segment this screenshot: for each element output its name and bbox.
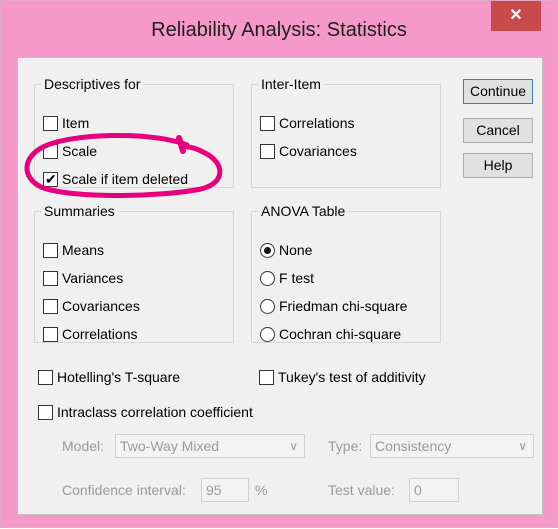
radio-button[interactable]: [260, 298, 275, 314]
correlations-label: Correlations: [279, 115, 355, 131]
type-value: Consistency: [375, 438, 452, 454]
radio-button[interactable]: [260, 242, 275, 258]
summaries-legend: Summaries: [44, 203, 115, 219]
anova-friedman-label: Friedman chi-square: [279, 298, 408, 314]
percent-unit-label: %: [255, 482, 268, 498]
covariances-checkbox[interactable]: Covariances: [260, 140, 357, 162]
hotelling-checkbox[interactable]: Hotelling's T-square: [38, 366, 180, 388]
test-value-label: Test value:: [328, 482, 395, 498]
model-value: Two-Way Mixed: [120, 438, 220, 454]
radio-button[interactable]: [260, 270, 275, 286]
anova-cochran-label: Cochran chi-square: [279, 326, 402, 342]
checkbox-box[interactable]: [43, 326, 58, 342]
inter-item-legend: Inter-Item: [261, 76, 321, 92]
help-button[interactable]: Help: [463, 153, 533, 178]
anova-legend: ANOVA Table: [261, 203, 346, 219]
checkbox-box[interactable]: [43, 115, 58, 131]
item-checkbox[interactable]: Item: [43, 112, 89, 134]
chevron-down-icon: ∨: [518, 439, 527, 453]
scale-checkbox[interactable]: Scale: [43, 140, 97, 162]
checkbox-box[interactable]: [38, 404, 53, 420]
cancel-button[interactable]: Cancel: [463, 118, 533, 143]
hotelling-label: Hotelling's T-square: [57, 369, 181, 385]
intraclass-label: Intraclass correlation coefficient: [57, 404, 253, 420]
test-value-value: 0: [414, 482, 422, 498]
confidence-interval-label: Confidence interval:: [62, 482, 186, 498]
correlations-checkbox[interactable]: Correlations: [260, 112, 354, 134]
scale-if-item-deleted-checkbox[interactable]: Scale if item deleted: [43, 168, 188, 190]
type-select[interactable]: Consistency ∨: [370, 434, 534, 458]
checkbox-box[interactable]: [43, 242, 58, 258]
dialog-window: Reliability Analysis: Statistics ✕ Descr…: [0, 0, 558, 528]
anova-cochran-radio[interactable]: Cochran chi-square: [260, 323, 401, 345]
close-button[interactable]: ✕: [491, 1, 541, 31]
inter-item-group: Inter-Item Correlations Covariances: [251, 76, 441, 188]
dialog-body: Descriptives for Item Scale Scale if ite…: [17, 57, 543, 515]
descriptives-legend: Descriptives for: [44, 76, 141, 92]
chevron-down-icon: ∨: [289, 439, 298, 453]
descriptives-group: Descriptives for Item Scale Scale if ite…: [34, 76, 234, 188]
continue-button[interactable]: Continue: [463, 79, 533, 104]
covariances-label: Covariances: [279, 143, 357, 159]
item-label: Item: [62, 115, 90, 131]
confidence-interval-value: 95: [206, 482, 222, 498]
checkbox-box[interactable]: [43, 298, 58, 314]
summaries-group: Summaries Means Variances Covariances Co…: [34, 203, 234, 343]
anova-f-test-label: F test: [279, 270, 315, 286]
tukey-label: Tukey's test of additivity: [278, 369, 426, 385]
tukey-checkbox[interactable]: Tukey's test of additivity: [259, 366, 426, 388]
variances-label: Variances: [62, 270, 124, 286]
radio-button[interactable]: [260, 326, 275, 342]
title-bar[interactable]: Reliability Analysis: Statistics ✕: [1, 1, 557, 57]
checkbox-box[interactable]: [260, 143, 275, 159]
checkbox-box[interactable]: [260, 115, 275, 131]
summary-covariances-label: Covariances: [62, 298, 140, 314]
type-label: Type:: [328, 438, 363, 454]
anova-f-test-radio[interactable]: F test: [260, 267, 314, 289]
anova-table-group: ANOVA Table None F test Friedman chi-squ…: [251, 203, 441, 343]
anova-none-radio[interactable]: None: [260, 239, 312, 261]
anova-friedman-radio[interactable]: Friedman chi-square: [260, 295, 407, 317]
checkbox-box[interactable]: [259, 369, 274, 385]
model-label: Model:: [62, 438, 105, 454]
dialog-title: Reliability Analysis: Statistics: [151, 19, 407, 41]
confidence-interval-input[interactable]: 95: [201, 478, 249, 502]
summary-correlations-label: Correlations: [62, 326, 138, 342]
variances-checkbox[interactable]: Variances: [43, 267, 123, 289]
intraclass-checkbox[interactable]: Intraclass correlation coefficient: [38, 401, 253, 423]
means-checkbox[interactable]: Means: [43, 239, 104, 261]
checkbox-box[interactable]: [43, 143, 58, 159]
checkbox-box[interactable]: [38, 369, 53, 385]
scale-label: Scale: [62, 143, 98, 159]
model-select[interactable]: Two-Way Mixed ∨: [115, 434, 305, 458]
test-value-input[interactable]: 0: [409, 478, 459, 502]
anova-none-label: None: [279, 242, 313, 258]
summary-correlations-checkbox[interactable]: Correlations: [43, 323, 137, 345]
scale-if-item-deleted-label: Scale if item deleted: [62, 171, 189, 187]
checkbox-box[interactable]: [43, 170, 58, 188]
means-label: Means: [62, 242, 105, 258]
summary-covariances-checkbox[interactable]: Covariances: [43, 295, 140, 317]
checkbox-box[interactable]: [43, 270, 58, 286]
